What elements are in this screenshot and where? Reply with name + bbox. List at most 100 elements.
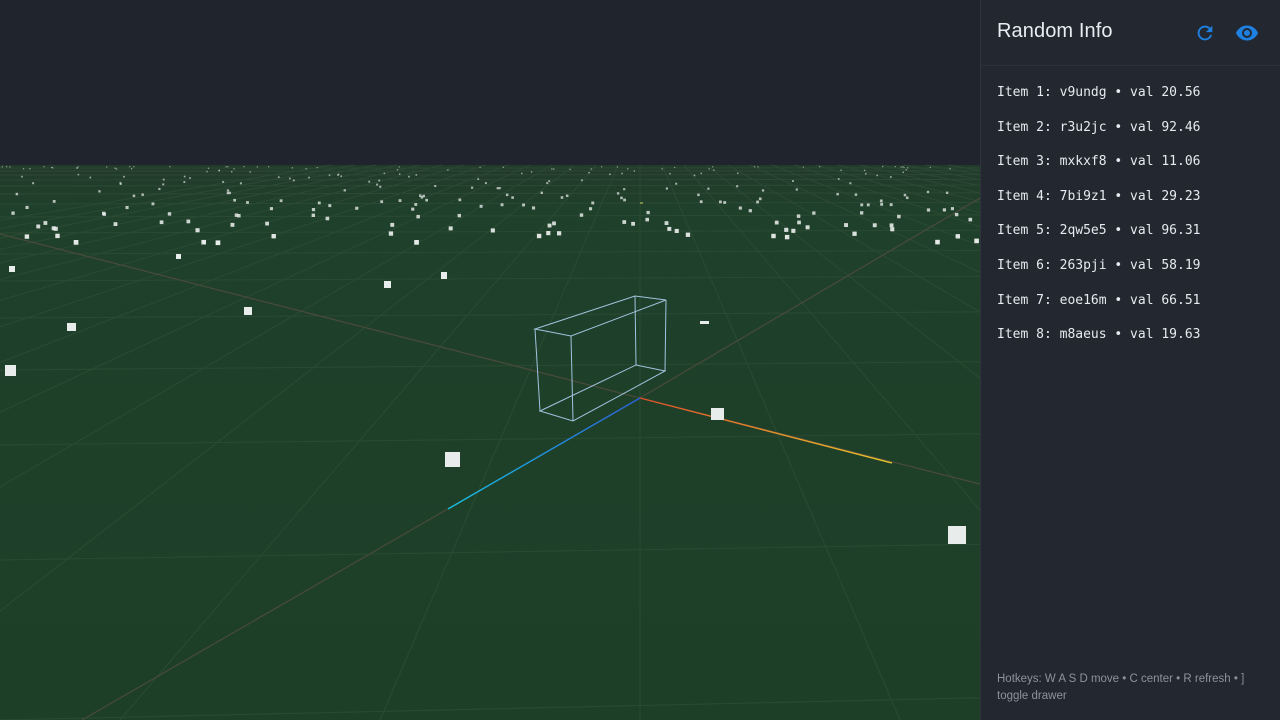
particle-cube xyxy=(889,203,893,207)
particle-cube xyxy=(675,182,678,185)
particle-cube xyxy=(447,169,449,171)
sky xyxy=(0,0,980,165)
particle-cube xyxy=(880,202,884,206)
particle-cube xyxy=(119,181,122,184)
particle-cube xyxy=(477,178,480,180)
particle-cube xyxy=(685,232,691,237)
particle-cube xyxy=(588,172,590,174)
particle-cube xyxy=(317,201,321,205)
particle-cube xyxy=(565,194,569,197)
list-item: Item 4: 7bi9z1 • val 29.23 xyxy=(997,188,1201,204)
particle-cube xyxy=(416,214,420,219)
particle-cube xyxy=(123,175,125,178)
particle-cube xyxy=(141,193,144,196)
particle-cube xyxy=(328,174,331,177)
particle-cube xyxy=(926,208,931,212)
particle-cube xyxy=(521,172,523,175)
particle-cube xyxy=(784,227,789,232)
particle-cube xyxy=(546,182,549,185)
particle-cube xyxy=(471,186,474,189)
particle-cube xyxy=(226,191,230,195)
particle-cube xyxy=(700,172,702,175)
particle-cube xyxy=(968,217,973,222)
particle-cube xyxy=(548,180,551,183)
particle-cube xyxy=(802,166,804,168)
particle-cube xyxy=(905,196,909,200)
particle-cube xyxy=(771,233,776,239)
particle-cube xyxy=(368,180,371,183)
particle-cube xyxy=(159,220,164,225)
particle-cube xyxy=(540,191,543,194)
particle-cube xyxy=(756,200,759,204)
particle-cube xyxy=(269,207,273,211)
particle-cube xyxy=(32,182,35,185)
particle-cube xyxy=(176,254,181,259)
scene-canvas[interactable] xyxy=(0,0,980,720)
particle-cube xyxy=(244,307,252,315)
particle-cube xyxy=(233,198,236,202)
particle-cube xyxy=(230,222,235,227)
particle-cube xyxy=(897,214,901,219)
particle-cube xyxy=(186,219,191,224)
particle-cube xyxy=(505,193,509,197)
particle-cube xyxy=(239,182,242,185)
particle-cube xyxy=(189,177,191,179)
particle-cube xyxy=(183,175,186,178)
particle-cube xyxy=(500,203,504,207)
particle-cube xyxy=(77,166,79,168)
3d-viewport[interactable] xyxy=(0,0,980,720)
particle-cube xyxy=(337,173,340,176)
particle-cube xyxy=(900,166,902,168)
particle-cube xyxy=(73,240,79,245)
particle-cube xyxy=(390,222,395,227)
visibility-toggle-button[interactable] xyxy=(1234,20,1260,46)
particle-cube xyxy=(380,200,384,204)
particle-cube xyxy=(738,206,742,210)
particle-cube xyxy=(479,204,483,208)
particle-cube xyxy=(674,228,679,233)
particle-cube xyxy=(67,323,76,331)
particle-cube xyxy=(581,179,583,182)
particle-cube xyxy=(292,179,295,182)
drawer-header: Random Info xyxy=(981,0,1280,66)
info-list: Item 1: v9undg • val 20.56 Item 2: r3u2j… xyxy=(997,84,1201,361)
particle-cube xyxy=(949,167,951,170)
list-item: Item 2: r3u2jc • val 92.46 xyxy=(997,119,1201,135)
particle-cube xyxy=(340,175,342,177)
particle-cube xyxy=(279,199,283,203)
particle-cube xyxy=(589,207,593,211)
particle-cube xyxy=(536,233,542,239)
particle-cube xyxy=(52,167,54,169)
particle-cube xyxy=(860,203,864,207)
particle-cube xyxy=(890,176,892,178)
particle-cube xyxy=(355,206,359,210)
particle-cube xyxy=(532,206,536,210)
list-item: Item 5: 2qw5e5 • val 96.31 xyxy=(997,223,1201,239)
list-item: Item 3: mxkxf8 • val 11.06 xyxy=(997,154,1201,170)
particle-cube xyxy=(167,212,172,216)
particle-cube xyxy=(1,166,3,168)
particle-cube xyxy=(667,226,672,231)
particle-cube xyxy=(553,168,555,170)
particle-cube xyxy=(796,214,801,218)
particle-cube xyxy=(890,227,895,232)
particle-cube xyxy=(398,199,402,202)
refresh-button[interactable] xyxy=(1192,20,1218,46)
particle-cube xyxy=(974,238,979,244)
particle-cube xyxy=(383,172,386,175)
particle-cube xyxy=(854,193,858,196)
particle-cube xyxy=(664,221,669,225)
particle-cube xyxy=(215,240,221,246)
particle-cube xyxy=(522,203,525,207)
particle-cube xyxy=(479,166,481,168)
particle-cube xyxy=(158,187,161,191)
particle-cube xyxy=(945,191,949,194)
particle-cube xyxy=(819,166,821,168)
particle-cube xyxy=(954,212,959,217)
particle-cube xyxy=(623,198,626,202)
particle-cube xyxy=(693,174,696,177)
particle-cube xyxy=(707,187,710,190)
particle-cube xyxy=(195,228,200,233)
particle-cube xyxy=(51,226,56,231)
particle-cube xyxy=(25,205,29,209)
